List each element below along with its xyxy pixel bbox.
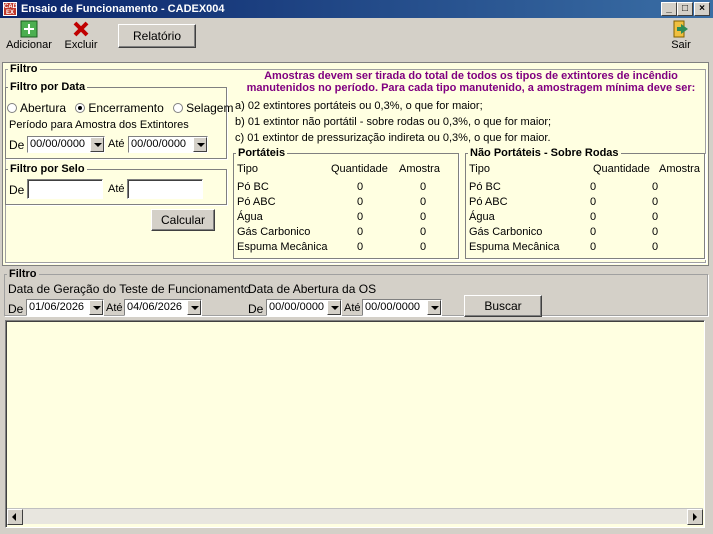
app-icon: CAD EX [3, 2, 17, 16]
add-icon [20, 20, 38, 38]
date-to-label: Até [108, 138, 125, 150]
scroll-left-icon[interactable] [7, 509, 23, 525]
calculate-button[interactable]: Calcular [151, 209, 215, 231]
add-button[interactable]: Adicionar [4, 20, 54, 51]
gen-to-combo[interactable]: 04/06/2026 [124, 299, 202, 316]
add-label: Adicionar [6, 39, 52, 51]
seal-to-input[interactable] [127, 179, 203, 199]
generation-date-label: Data de Geração do Teste de Funcionament… [8, 282, 251, 296]
date-from-combo[interactable]: 00/00/0000 [27, 136, 105, 153]
radio-selagem-icon [173, 103, 184, 113]
scroll-right-icon[interactable] [687, 509, 703, 525]
rule-a: a) 02 extintores portáteis ou 0,3%, o qu… [235, 100, 483, 112]
portable-table: Tipo Quantidade Amostra Pó BC 0 0 Pó ABC 0 0… [237, 163, 440, 253]
maximize-icon[interactable]: □ [677, 2, 693, 16]
exit-label: Sair [671, 39, 691, 51]
date-type-radios: Abertura Encerramento Selagem [7, 101, 233, 115]
seal-from-label: De [9, 183, 25, 197]
os-to-label: Até [344, 302, 361, 314]
sample-notice: Amostras devem ser tirada do total de to… [246, 70, 696, 94]
chevron-down-icon[interactable] [193, 137, 207, 152]
chevron-down-icon[interactable] [90, 137, 104, 152]
date-to-combo[interactable]: 00/00/0000 [128, 136, 208, 153]
nonportable-table: Tipo Quantidade Amostra Pó BC 0 0 Pó ABC 0 0… [469, 163, 700, 253]
delete-button[interactable]: Excluir [60, 20, 102, 51]
toolbar: Adicionar Excluir Sair [0, 18, 713, 62]
os-date-label: Data de Abertura da OS [248, 282, 377, 296]
os-from-combo[interactable]: 00/00/0000 [266, 299, 342, 316]
filter-legend: Filtro [10, 63, 38, 75]
search-filter-panel: Filtro Data de Geração do Teste de Funci… [2, 268, 709, 318]
title-bar[interactable]: CAD EX Ensaio de Funcionamento - CADEX00… [0, 0, 713, 18]
rule-c: c) 01 extintor de pressurização indireta… [235, 132, 551, 144]
os-to-combo[interactable]: 00/00/0000 [362, 299, 442, 316]
gen-from-label: De [8, 302, 24, 316]
seal-from-input[interactable] [27, 179, 103, 199]
horizontal-scrollbar[interactable] [7, 508, 703, 525]
delete-label: Excluir [64, 39, 98, 51]
radio-abertura-icon [7, 103, 17, 113]
exit-button[interactable]: Sair [664, 20, 698, 51]
portable-legend: Portáteis [238, 147, 286, 159]
close-icon[interactable]: × [694, 2, 710, 16]
search-filter-legend: Filtro [9, 268, 37, 280]
seal-filter-legend: Filtro por Selo [10, 163, 85, 175]
filter-panel: Filtro Filtro por Data Abertura Encerram… [2, 62, 709, 266]
search-button[interactable]: Buscar [464, 295, 542, 317]
rule-b: b) 01 extintor não portátil - sobre roda… [235, 116, 552, 128]
chevron-down-icon[interactable] [187, 300, 201, 315]
date-filter-legend: Filtro por Data [10, 81, 86, 93]
radio-encerramento-icon [75, 103, 86, 113]
period-label: Período para Amostra dos Extintores [9, 119, 189, 131]
gen-to-label: Até [106, 302, 123, 314]
os-from-label: De [248, 302, 264, 316]
results-grid[interactable] [5, 320, 705, 528]
seal-to-label: Até [108, 183, 125, 195]
report-button[interactable]: Relatório [118, 24, 196, 48]
exit-icon [673, 20, 688, 38]
nonportable-legend: Não Portáteis - Sobre Rodas [470, 147, 619, 159]
radio-selagem[interactable]: Selagem [173, 101, 233, 115]
radio-encerramento[interactable]: Encerramento [75, 101, 164, 115]
radio-abertura[interactable]: Abertura [7, 101, 66, 115]
gen-from-combo[interactable]: 01/06/2026 [26, 299, 104, 316]
chevron-down-icon[interactable] [427, 300, 441, 315]
date-from-label: De [9, 138, 25, 152]
minimize-icon[interactable]: _ [661, 2, 677, 16]
window-title: Ensaio de Funcionamento - CADEX004 [21, 3, 225, 15]
delete-icon [73, 21, 89, 37]
chevron-down-icon[interactable] [327, 300, 341, 315]
chevron-down-icon[interactable] [89, 300, 103, 315]
